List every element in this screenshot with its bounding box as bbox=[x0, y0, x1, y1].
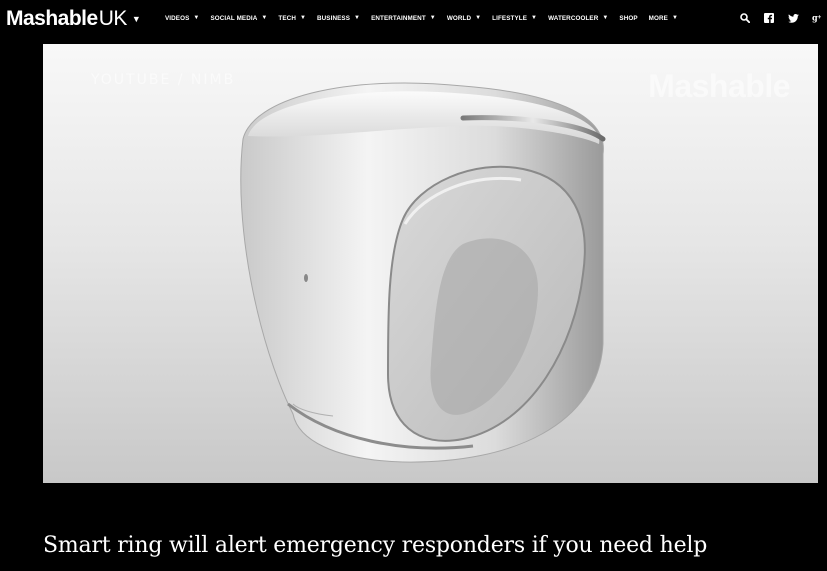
top-navigation-bar: Mashable UK ▼ VIDEOS ▼ SOCIAL MEDIA ▼ TE… bbox=[0, 0, 827, 36]
hero-image: YOUTUBE / NIMB Mashable bbox=[43, 44, 818, 483]
chevron-down-icon: ▼ bbox=[354, 15, 361, 21]
nav-item-watercooler[interactable]: WATERCOOLER ▼ bbox=[548, 15, 608, 22]
nav-item-entertainment[interactable]: ENTERTAINMENT ▼ bbox=[371, 15, 436, 22]
mashable-watermark: Mashable bbox=[648, 68, 790, 104]
nav-item-lifestyle[interactable]: LIFESTYLE ▼ bbox=[492, 15, 537, 22]
nav-item-label: MORE bbox=[648, 14, 668, 22]
nav-item-more[interactable]: MORE ▼ bbox=[649, 15, 678, 22]
chevron-down-icon: ▼ bbox=[531, 15, 538, 21]
article-headline[interactable]: Smart ring will alert emergency responde… bbox=[43, 533, 707, 558]
chevron-down-icon: ▼ bbox=[475, 15, 482, 21]
chevron-down-icon: ▼ bbox=[299, 15, 307, 21]
chevron-down-icon: ▼ bbox=[602, 15, 609, 21]
region-dropdown-icon[interactable]: ▼ bbox=[132, 14, 141, 24]
chevron-down-icon: ▼ bbox=[261, 15, 268, 21]
chevron-down-icon: ▼ bbox=[429, 15, 436, 21]
nav-item-label: SHOP bbox=[619, 14, 638, 22]
nav-item-tech[interactable]: TECH ▼ bbox=[278, 15, 306, 22]
smart-ring-illustration bbox=[240, 82, 606, 463]
nav-item-label: WATERCOOLER bbox=[548, 14, 599, 22]
nav-item-label: SOCIAL MEDIA bbox=[210, 14, 258, 22]
nav-icons: g + bbox=[731, 0, 827, 36]
google-plus-icon[interactable]: g + bbox=[807, 0, 827, 36]
nav-item-social-media[interactable]: SOCIAL MEDIA ▼ bbox=[210, 15, 267, 22]
logo-region: UK bbox=[98, 7, 128, 30]
main-nav: VIDEOS ▼ SOCIAL MEDIA ▼ TECH ▼ BUSINESS … bbox=[165, 0, 689, 36]
site-logo[interactable]: Mashable UK ▼ bbox=[6, 7, 141, 31]
nav-item-business[interactable]: BUSINESS ▼ bbox=[317, 15, 360, 22]
nav-item-label: LIFESTYLE bbox=[492, 14, 528, 22]
nav-item-label: ENTERTAINMENT bbox=[371, 14, 426, 22]
image-credit: YOUTUBE / NIMB bbox=[91, 72, 236, 88]
twitter-icon[interactable] bbox=[783, 0, 803, 36]
search-icon[interactable] bbox=[735, 0, 755, 36]
nav-item-shop[interactable]: SHOP bbox=[619, 15, 637, 22]
chevron-down-icon: ▼ bbox=[193, 15, 200, 21]
nav-item-label: TECH bbox=[278, 14, 296, 22]
nav-item-world[interactable]: WORLD ▼ bbox=[447, 15, 481, 22]
facebook-icon[interactable] bbox=[759, 0, 779, 36]
nav-item-label: BUSINESS bbox=[317, 14, 351, 22]
svg-text:+: + bbox=[817, 15, 822, 21]
nav-item-videos[interactable]: VIDEOS ▼ bbox=[165, 15, 199, 22]
nav-item-label: VIDEOS bbox=[165, 14, 190, 22]
logo-brand: Mashable bbox=[6, 7, 98, 30]
chevron-down-icon: ▼ bbox=[671, 15, 679, 21]
nav-item-label: WORLD bbox=[446, 14, 472, 22]
